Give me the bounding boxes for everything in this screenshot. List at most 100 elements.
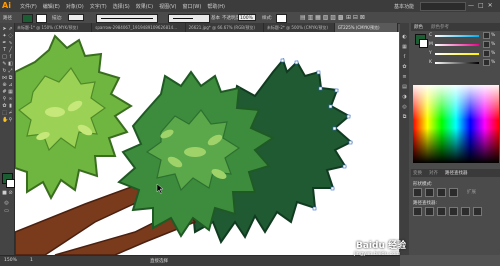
magic-wand-icon[interactable]: ✦ bbox=[2, 34, 7, 39]
crop-button[interactable] bbox=[449, 207, 458, 216]
zoom-level[interactable]: 150% bbox=[4, 258, 17, 263]
menu-window[interactable]: 窗口(W) bbox=[182, 3, 201, 10]
layers-panel-icon[interactable]: ⧉ bbox=[402, 115, 407, 120]
brushes-panel-icon[interactable]: ſ bbox=[402, 55, 407, 60]
width-icon[interactable]: ⋈ bbox=[2, 76, 7, 81]
tab-color[interactable]: 颜色 bbox=[414, 24, 423, 30]
type-icon[interactable]: T bbox=[2, 48, 7, 53]
variable-width-profile[interactable] bbox=[96, 14, 158, 23]
draw-mode-icon[interactable]: ◎ bbox=[4, 201, 9, 206]
unite-button[interactable] bbox=[413, 188, 422, 197]
transparency-panel-icon[interactable]: ◑ bbox=[402, 95, 407, 100]
divide-button[interactable] bbox=[413, 207, 422, 216]
artboard-canvas[interactable] bbox=[15, 32, 399, 255]
expand-button[interactable]: 扩展 bbox=[467, 189, 476, 195]
opacity-field[interactable]: 100% bbox=[238, 14, 256, 21]
mesh-icon[interactable]: # bbox=[2, 90, 7, 95]
brush-definition[interactable] bbox=[168, 14, 210, 23]
blend-icon[interactable]: ∞ bbox=[8, 97, 13, 102]
eyedropper-icon[interactable]: ⚲ bbox=[2, 97, 7, 102]
stroke-panel-icon[interactable]: ≡ bbox=[402, 75, 407, 80]
tab-doc-3[interactable]: 26621.jpg* @ 66.67% (RGB/预览) bbox=[186, 23, 264, 32]
appearance-panel-icon[interactable]: ◎ bbox=[402, 105, 407, 110]
menu-file[interactable]: 文件(F) bbox=[20, 3, 37, 10]
symbol-icon[interactable]: ✿ bbox=[2, 104, 7, 109]
brush-icon[interactable]: ſ bbox=[8, 55, 13, 60]
slice-icon[interactable]: ⌿ bbox=[8, 111, 13, 116]
merge-button[interactable] bbox=[437, 207, 446, 216]
lasso-icon[interactable]: ◌ bbox=[8, 34, 13, 39]
stroke-weight-field[interactable] bbox=[68, 14, 84, 21]
tab-color-guide[interactable]: 颜色参考 bbox=[431, 24, 449, 30]
fill-swatch-control[interactable] bbox=[22, 14, 33, 23]
intersect-button[interactable] bbox=[437, 188, 446, 197]
page-number[interactable]: 1 bbox=[30, 258, 33, 263]
minus-front-button[interactable] bbox=[425, 188, 434, 197]
free-transform-icon[interactable]: ⧉ bbox=[8, 76, 13, 81]
minus-back-button[interactable] bbox=[473, 207, 482, 216]
transform-icons[interactable]: ⊞ ⊟ ⊠ bbox=[346, 14, 365, 21]
eraser-icon[interactable]: ◧ bbox=[8, 62, 13, 67]
screen-mode-icon[interactable]: ▭ bbox=[4, 209, 9, 214]
graphic-style-swatch[interactable] bbox=[276, 14, 287, 23]
swatches-panel-icon[interactable]: ▦ bbox=[402, 45, 407, 50]
rectangle-icon[interactable]: □ bbox=[2, 55, 7, 60]
search-input[interactable] bbox=[420, 2, 466, 11]
artboard-icon[interactable]: ⬚ bbox=[2, 111, 7, 116]
menu-select[interactable]: 选择(S) bbox=[113, 3, 130, 10]
menu-effect[interactable]: 效果(C) bbox=[136, 3, 153, 10]
curvature-icon[interactable]: ∿ bbox=[8, 41, 13, 46]
tab-pathfinder[interactable]: 路径查找器 bbox=[445, 170, 468, 176]
panel-stroke-swatch[interactable] bbox=[419, 39, 428, 48]
rotate-icon[interactable]: ↻ bbox=[2, 69, 7, 74]
menu-object[interactable]: 对象(O) bbox=[66, 3, 84, 10]
exclude-button[interactable] bbox=[449, 188, 458, 197]
menu-help[interactable]: 帮助(H) bbox=[207, 3, 225, 10]
tab-doc-5[interactable]: GT225% (CMYK/预览) bbox=[334, 23, 398, 32]
graph-icon[interactable]: ▮ bbox=[8, 104, 13, 109]
trim-button[interactable] bbox=[425, 207, 434, 216]
menu-view[interactable]: 视图(V) bbox=[159, 3, 176, 10]
direct-selection-icon[interactable]: ⇗ bbox=[8, 27, 13, 32]
tab-transform[interactable]: 变换 bbox=[413, 170, 422, 176]
line-icon[interactable]: ╱ bbox=[8, 48, 13, 53]
pen-icon[interactable]: ✒ bbox=[2, 41, 7, 46]
color-panel-icon[interactable]: ◐ bbox=[402, 35, 407, 40]
selection-icon[interactable]: ➤ bbox=[2, 27, 7, 32]
maximize-button[interactable]: □ bbox=[478, 2, 484, 9]
scale-icon[interactable]: ⤢ bbox=[8, 69, 13, 74]
channel-c-slider[interactable] bbox=[435, 35, 479, 37]
color-spectrum[interactable] bbox=[413, 85, 499, 163]
outline-button[interactable] bbox=[461, 207, 470, 216]
channel-k-slider[interactable] bbox=[435, 62, 479, 64]
zoom-icon[interactable]: ⚲ bbox=[8, 118, 13, 123]
channel-m-field[interactable] bbox=[483, 41, 490, 48]
align-icons[interactable]: ▤ ▥ ▦ ▧ ▨ ▩ bbox=[300, 14, 344, 21]
channel-k-field[interactable] bbox=[483, 59, 490, 66]
tab-doc-1[interactable]: 未标题-1* @ 150% (CMYK/预览) bbox=[14, 23, 93, 32]
shape-builder-icon[interactable]: ⊕ bbox=[2, 83, 7, 88]
workspace-switcher[interactable]: 基本功能 bbox=[394, 3, 414, 10]
close-button[interactable]: ✕ bbox=[488, 2, 493, 9]
channel-m-slider[interactable] bbox=[435, 44, 479, 46]
channel-y-slider[interactable] bbox=[435, 53, 479, 55]
stroke-swatch[interactable] bbox=[6, 179, 15, 188]
menu-type[interactable]: 文字(T) bbox=[90, 3, 107, 10]
hand-icon[interactable]: ✋ bbox=[2, 118, 8, 123]
pathfinder-panel-header: 变换 对齐 路径查找器 bbox=[411, 169, 500, 177]
symbols-panel-icon[interactable]: ✿ bbox=[402, 65, 407, 70]
minimize-button[interactable]: — bbox=[468, 2, 474, 9]
menu-edit[interactable]: 编辑(E) bbox=[43, 3, 60, 10]
stroke-swatch-control[interactable] bbox=[36, 14, 47, 23]
channel-c-field[interactable] bbox=[483, 32, 490, 39]
tab-doc-2[interactable]: sparrow-2984067_1919489109626814... bbox=[92, 23, 186, 32]
pencil-icon[interactable]: ✎ bbox=[2, 62, 7, 67]
color-mode-icon[interactable]: ■ bbox=[2, 191, 7, 196]
none-mode-icon[interactable]: ⊘ bbox=[8, 191, 13, 196]
gradient-icon[interactable]: ▦ bbox=[8, 90, 13, 95]
tab-align[interactable]: 对齐 bbox=[429, 170, 438, 176]
gradient-panel-icon[interactable]: ▤ bbox=[402, 85, 407, 90]
perspective-icon[interactable]: ⊿ bbox=[8, 83, 13, 88]
tab-doc-4[interactable]: 未标题-2* @ 500% (CMYK/预览) bbox=[264, 23, 335, 32]
channel-y-field[interactable] bbox=[483, 50, 490, 57]
